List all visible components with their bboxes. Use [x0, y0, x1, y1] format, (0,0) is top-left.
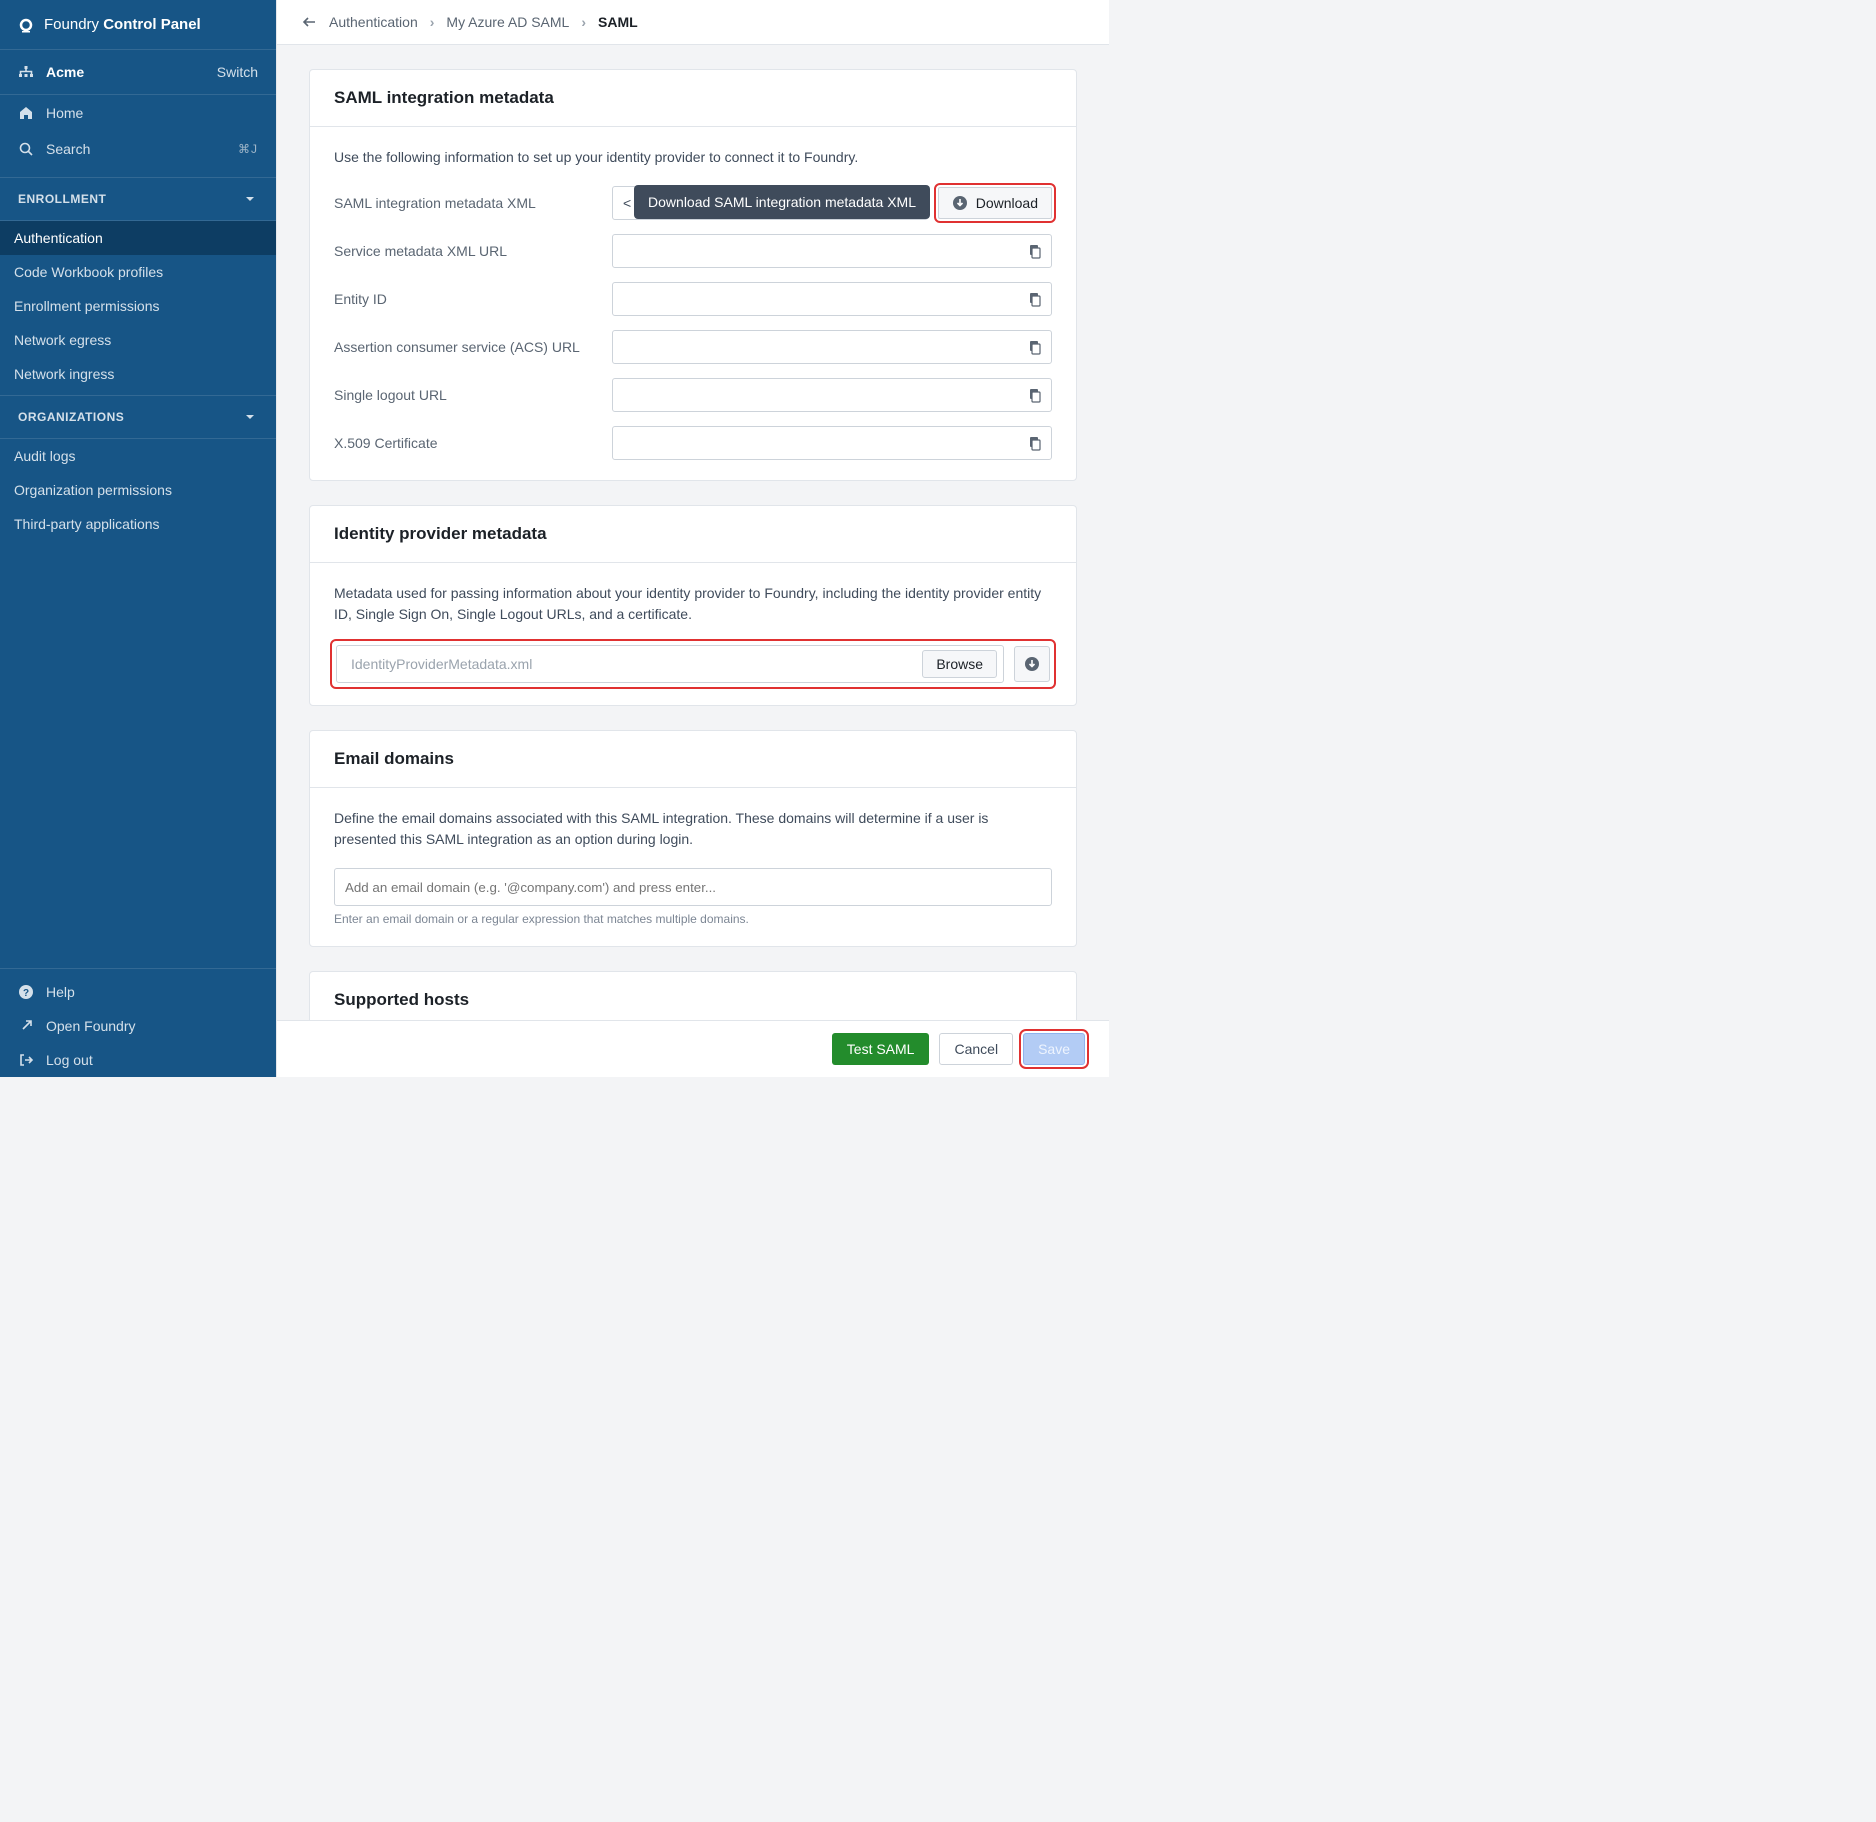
- copy-icon[interactable]: [1026, 387, 1042, 403]
- email-domain-input[interactable]: [334, 868, 1052, 906]
- cancel-button[interactable]: Cancel: [939, 1033, 1013, 1065]
- value-entity-id[interactable]: [612, 282, 1052, 316]
- label-acs-url: Assertion consumer service (ACS) URL: [334, 339, 602, 355]
- brand-text-light: Foundry: [44, 16, 99, 33]
- search-icon: [18, 141, 34, 157]
- section-enrollment[interactable]: ENROLLMENT: [0, 177, 276, 221]
- browse-button[interactable]: Browse: [922, 650, 997, 678]
- row-acs-url: Assertion consumer service (ACS) URL: [334, 330, 1052, 364]
- save-button[interactable]: Save: [1023, 1033, 1085, 1065]
- sidebar: Foundry Control Panel Acme Switch Home S…: [0, 0, 277, 1077]
- sidebar-item-search[interactable]: Search ⌘J: [0, 131, 276, 167]
- org-icon: [18, 64, 34, 80]
- download-button[interactable]: Download: [938, 187, 1052, 219]
- sidebar-item-third-party[interactable]: Third-party applications: [0, 507, 276, 541]
- helper-text: Enter an email domain or a regular expre…: [334, 912, 1052, 926]
- section-organizations[interactable]: ORGANIZATIONS: [0, 395, 276, 439]
- download-icon: [1024, 656, 1040, 672]
- crumb-saml: SAML: [598, 14, 638, 30]
- sidebar-item-help[interactable]: ?Help: [0, 975, 276, 1009]
- crumb-my-azure[interactable]: My Azure AD SAML: [446, 14, 569, 30]
- row-entity-id: Entity ID: [334, 282, 1052, 316]
- chevron-down-icon: [242, 409, 258, 425]
- sidebar-item-home[interactable]: Home: [0, 95, 276, 131]
- logout-icon: [18, 1052, 34, 1068]
- foundry-icon: [18, 17, 34, 33]
- card-title: Email domains: [310, 731, 1076, 788]
- value-service-url[interactable]: [612, 234, 1052, 268]
- switch-label[interactable]: Switch: [217, 64, 258, 80]
- card-title: SAML integration metadata: [310, 70, 1076, 127]
- copy-icon[interactable]: [1026, 243, 1042, 259]
- download-icon: [952, 195, 968, 211]
- upload-row: IdentityProviderMetadata.xml Browse: [334, 643, 1052, 685]
- sidebar-item-open-foundry[interactable]: Open Foundry: [0, 1009, 276, 1043]
- copy-icon[interactable]: [1026, 339, 1042, 355]
- label-service-url: Service metadata XML URL: [334, 243, 602, 259]
- org-name: Acme: [46, 64, 84, 80]
- download-idp-button[interactable]: [1014, 646, 1050, 682]
- sidebar-item-audit-logs[interactable]: Audit logs: [0, 439, 276, 473]
- chevron-right-icon: ›: [430, 14, 435, 30]
- tooltip-download: Download SAML integration metadata XML: [634, 185, 930, 219]
- label-metadata-xml: SAML integration metadata XML: [334, 195, 602, 211]
- brand-logo: Foundry Control Panel: [0, 0, 276, 50]
- footer-bar: Test SAML Cancel Save: [277, 1020, 1109, 1077]
- value-acs-url[interactable]: [612, 330, 1052, 364]
- chevron-down-icon: [242, 191, 258, 207]
- help-icon: ?: [18, 984, 34, 1000]
- card-desc: Define the email domains associated with…: [334, 808, 1052, 850]
- card-idp-metadata: Identity provider metadata Metadata used…: [309, 505, 1077, 706]
- card-email-domains: Email domains Define the email domains a…: [309, 730, 1077, 947]
- row-cert: X.509 Certificate: [334, 426, 1052, 460]
- svg-text:?: ?: [23, 988, 29, 999]
- sidebar-item-authentication[interactable]: Authentication: [0, 221, 276, 255]
- sidebar-item-enrollment-perms[interactable]: Enrollment permissions: [0, 289, 276, 323]
- card-desc: Metadata used for passing information ab…: [334, 583, 1052, 625]
- card-title: Identity provider metadata: [310, 506, 1076, 563]
- external-link-icon: [18, 1018, 34, 1034]
- copy-icon[interactable]: [1026, 435, 1042, 451]
- row-service-url: Service metadata XML URL: [334, 234, 1052, 268]
- value-slo-url[interactable]: [612, 378, 1052, 412]
- back-arrow-icon[interactable]: [301, 14, 317, 30]
- value-cert[interactable]: [612, 426, 1052, 460]
- upload-placeholder: IdentityProviderMetadata.xml: [351, 656, 532, 672]
- upload-field[interactable]: IdentityProviderMetadata.xml Browse: [336, 645, 1004, 683]
- card-saml-metadata: SAML integration metadata Use the follow…: [309, 69, 1077, 481]
- sidebar-item-network-egress[interactable]: Network egress: [0, 323, 276, 357]
- label-entity-id: Entity ID: [334, 291, 602, 307]
- home-icon: [18, 105, 34, 121]
- label-cert: X.509 Certificate: [334, 435, 602, 451]
- sidebar-item-org-perms[interactable]: Organization permissions: [0, 473, 276, 507]
- row-slo-url: Single logout URL: [334, 378, 1052, 412]
- sidebar-item-logout[interactable]: Log out: [0, 1043, 276, 1077]
- copy-icon[interactable]: [1026, 291, 1042, 307]
- sidebar-item-code-workbook[interactable]: Code Workbook profiles: [0, 255, 276, 289]
- sidebar-item-network-ingress[interactable]: Network ingress: [0, 357, 276, 391]
- test-saml-button[interactable]: Test SAML: [832, 1033, 930, 1065]
- chevron-right-icon: ›: [581, 14, 586, 30]
- row-metadata-xml: SAML integration metadata XML < Download…: [334, 186, 1052, 220]
- breadcrumb: Authentication › My Azure AD SAML › SAML: [277, 0, 1109, 45]
- label-slo-url: Single logout URL: [334, 387, 602, 403]
- crumb-authentication[interactable]: Authentication: [329, 14, 418, 30]
- search-shortcut: ⌘J: [238, 142, 258, 156]
- org-switcher[interactable]: Acme Switch: [0, 50, 276, 95]
- brand-text-bold: Control Panel: [103, 16, 201, 33]
- card-desc: Use the following information to set up …: [334, 147, 1052, 168]
